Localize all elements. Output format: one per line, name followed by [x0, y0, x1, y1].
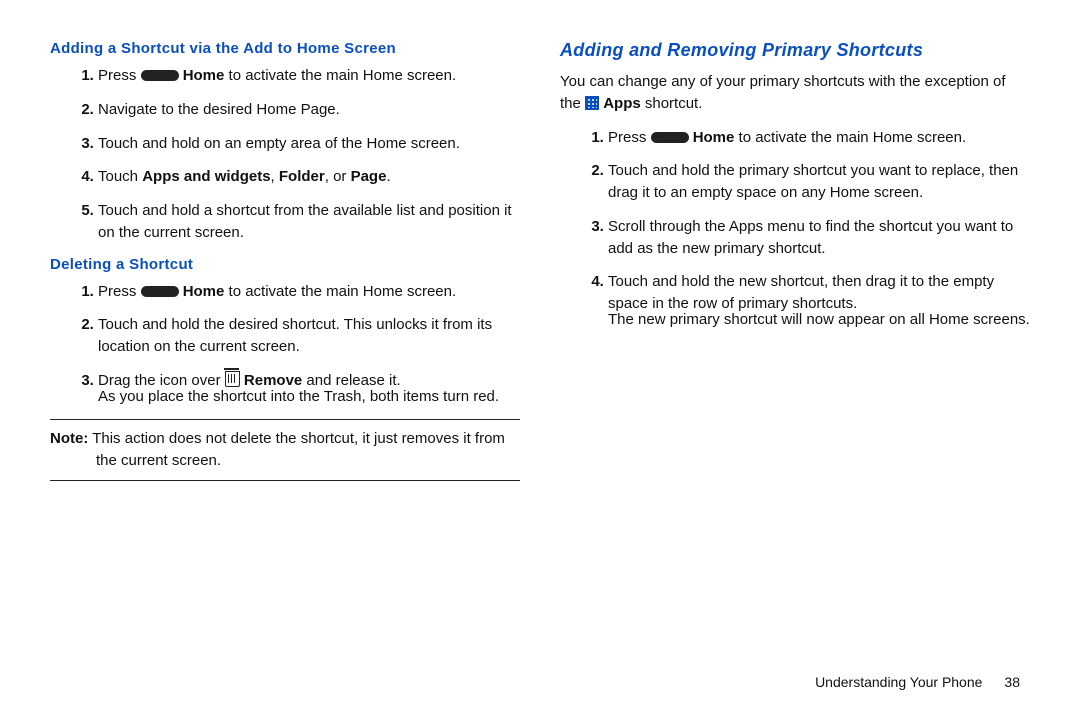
step: Navigate to the desired Home Page.: [98, 99, 520, 121]
list-add-shortcut: Press Home to activate the main Home scr…: [50, 65, 520, 244]
step-text: Navigate to the desired Home Page.: [98, 101, 340, 118]
step-text: Scroll through the Apps menu to find the…: [608, 218, 1013, 257]
step: Touch and hold the new shortcut, then dr…: [608, 271, 1030, 330]
bold-text: Page: [351, 168, 387, 185]
apps-icon: [585, 96, 599, 110]
text: to activate the main Home screen.: [734, 129, 966, 146]
footer-section: Understanding Your Phone: [815, 674, 982, 690]
right-column: Adding and Removing Primary Shortcuts Yo…: [560, 40, 1030, 644]
text: .: [386, 168, 390, 185]
home-label: Home: [183, 283, 225, 300]
step: Touch and hold the primary shortcut you …: [608, 160, 1030, 204]
text: shortcut.: [641, 95, 703, 112]
step-subtext: As you place the shortcut into the Trash…: [98, 386, 520, 408]
note-label: Note:: [50, 430, 88, 447]
text: to activate the main Home screen.: [224, 67, 456, 84]
heading-add-shortcut: Adding a Shortcut via the Add to Home Sc…: [50, 40, 520, 57]
bold-text: Apps: [603, 95, 641, 112]
two-column-layout: Adding a Shortcut via the Add to Home Sc…: [50, 40, 1030, 644]
step: Press Home to activate the main Home scr…: [98, 281, 520, 303]
text: , or: [325, 168, 351, 185]
left-column: Adding a Shortcut via the Add to Home Sc…: [50, 40, 520, 644]
heading-primary-shortcuts: Adding and Removing Primary Shortcuts: [560, 40, 1030, 61]
heading-delete-shortcut: Deleting a Shortcut: [50, 256, 520, 273]
step-subtext: The new primary shortcut will now appear…: [608, 309, 1030, 331]
note-text: This action does not delete the shortcut…: [88, 430, 505, 469]
list-delete-shortcut: Press Home to activate the main Home scr…: [50, 281, 520, 408]
text: Press: [608, 129, 651, 146]
step: Press Home to activate the main Home scr…: [608, 127, 1030, 149]
home-key-icon: [141, 286, 179, 297]
step: Press Home to activate the main Home scr…: [98, 65, 520, 87]
text: to activate the main Home screen.: [224, 283, 456, 300]
intro-paragraph: You can change any of your primary short…: [560, 71, 1030, 115]
step: Touch and hold on an empty area of the H…: [98, 133, 520, 155]
step-text: Touch and hold the new shortcut, then dr…: [608, 273, 994, 312]
step: Touch Apps and widgets, Folder, or Page.: [98, 166, 520, 188]
step: Touch and hold a shortcut from the avail…: [98, 200, 520, 244]
page-footer: Understanding Your Phone 38: [50, 644, 1030, 690]
text: ,: [271, 168, 279, 185]
home-key-icon: [651, 132, 689, 143]
note-body: Note: This action does not delete the sh…: [50, 428, 520, 472]
bold-text: Folder: [279, 168, 325, 185]
step-text: Touch and hold the desired shortcut. Thi…: [98, 316, 492, 355]
home-key-icon: [141, 70, 179, 81]
step: Scroll through the Apps menu to find the…: [608, 216, 1030, 260]
step: Touch and hold the desired shortcut. Thi…: [98, 314, 520, 358]
text: Press: [98, 283, 141, 300]
step-text: Touch and hold on an empty area of the H…: [98, 135, 460, 152]
manual-page: Adding a Shortcut via the Add to Home Sc…: [0, 0, 1080, 720]
home-label: Home: [693, 129, 735, 146]
note-block: Note: This action does not delete the sh…: [50, 419, 520, 481]
text: Press: [98, 67, 141, 84]
bold-text: Apps and widgets: [142, 168, 270, 185]
list-primary-shortcuts: Press Home to activate the main Home scr…: [560, 127, 1030, 331]
step-text: Press Home to activate the main Home scr…: [98, 67, 456, 84]
text: Touch: [98, 168, 142, 185]
step-text: Touch and hold a shortcut from the avail…: [98, 202, 512, 241]
home-label: Home: [183, 67, 225, 84]
trash-icon: [225, 371, 240, 387]
step-text: Touch and hold the primary shortcut you …: [608, 162, 1018, 201]
step: Drag the icon over Remove and release it…: [98, 370, 520, 408]
footer-page-number: 38: [1004, 674, 1020, 690]
